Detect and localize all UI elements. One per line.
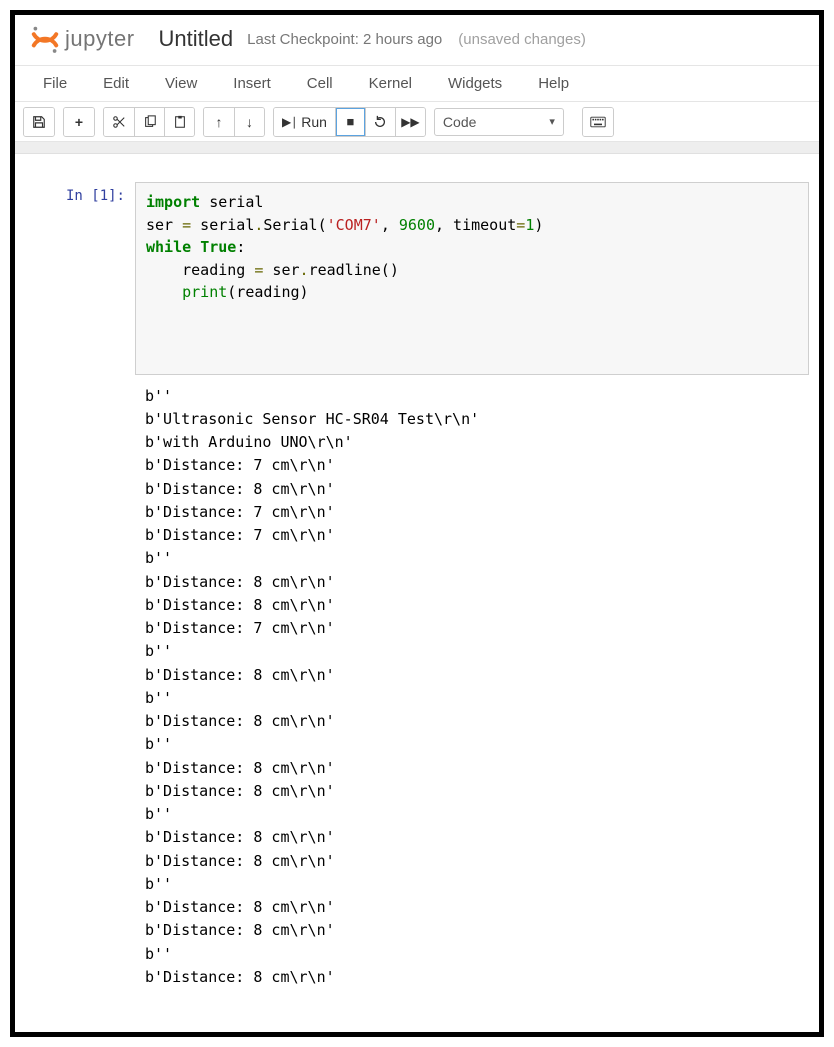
menu-insert[interactable]: Insert: [215, 75, 289, 92]
notebook-area: In [1]: import serial ser = serial.Seria…: [15, 154, 819, 989]
arrow-up-icon: ↑: [216, 114, 223, 130]
paste-icon: [173, 115, 187, 129]
menu-file[interactable]: File: [25, 75, 85, 92]
run-icon: ▶∣: [282, 115, 297, 129]
unsaved-indicator: (unsaved changes): [458, 31, 586, 48]
toolbar: + ↑ ↓ ▶∣ Run ■ ▶▶: [15, 102, 819, 142]
paste-button[interactable]: [164, 108, 194, 136]
move-up-button[interactable]: ↑: [204, 108, 234, 136]
code-cell[interactable]: In [1]: import serial ser = serial.Seria…: [25, 182, 809, 375]
add-cell-button[interactable]: +: [64, 108, 94, 136]
run-label: Run: [301, 114, 327, 130]
stop-icon: ■: [346, 114, 354, 129]
document-title[interactable]: Untitled: [159, 26, 234, 52]
restart-icon: [373, 115, 387, 129]
keyboard-icon: [590, 116, 606, 128]
menubar: File Edit View Insert Cell Kernel Widget…: [15, 66, 819, 102]
output-prompt: [25, 375, 135, 990]
save-button[interactable]: [24, 108, 54, 136]
copy-icon: [143, 115, 157, 129]
menu-widgets[interactable]: Widgets: [430, 75, 520, 92]
jupyter-logo-icon: [29, 23, 61, 55]
output-area: b'' b'Ultrasonic Sensor HC-SR04 Test\r\n…: [135, 375, 809, 990]
input-prompt: In [1]:: [25, 182, 135, 375]
jupyter-window: jupyter Untitled Last Checkpoint: 2 hour…: [10, 10, 824, 1037]
run-button[interactable]: ▶∣ Run: [274, 108, 335, 136]
jupyter-logo-text: jupyter: [65, 26, 135, 52]
notebook-header: jupyter Untitled Last Checkpoint: 2 hour…: [15, 15, 819, 66]
scissors-icon: [112, 115, 126, 129]
restart-button[interactable]: [365, 108, 395, 136]
copy-button[interactable]: [134, 108, 164, 136]
menu-kernel[interactable]: Kernel: [351, 75, 430, 92]
plus-icon: +: [75, 114, 83, 130]
save-icon: [32, 115, 46, 129]
restart-run-all-button[interactable]: ▶▶: [395, 108, 425, 136]
command-palette-button[interactable]: [583, 108, 613, 136]
output-row: b'' b'Ultrasonic Sensor HC-SR04 Test\r\n…: [25, 375, 809, 990]
cell-type-value: Code: [443, 114, 476, 130]
menu-view[interactable]: View: [147, 75, 215, 92]
move-down-button[interactable]: ↓: [234, 108, 264, 136]
menu-help[interactable]: Help: [520, 75, 587, 92]
checkpoint-text: Last Checkpoint: 2 hours ago: [247, 31, 442, 48]
cell-type-select[interactable]: Code: [434, 108, 564, 136]
code-input-area[interactable]: import serial ser = serial.Serial('COM7'…: [135, 182, 809, 375]
toolbar-separator: [15, 142, 819, 154]
arrow-down-icon: ↓: [246, 114, 253, 130]
interrupt-button[interactable]: ■: [335, 108, 365, 136]
jupyter-logo[interactable]: jupyter: [29, 23, 135, 55]
cut-button[interactable]: [104, 108, 134, 136]
menu-edit[interactable]: Edit: [85, 75, 147, 92]
menu-cell[interactable]: Cell: [289, 75, 351, 92]
fast-forward-icon: ▶▶: [401, 115, 419, 129]
